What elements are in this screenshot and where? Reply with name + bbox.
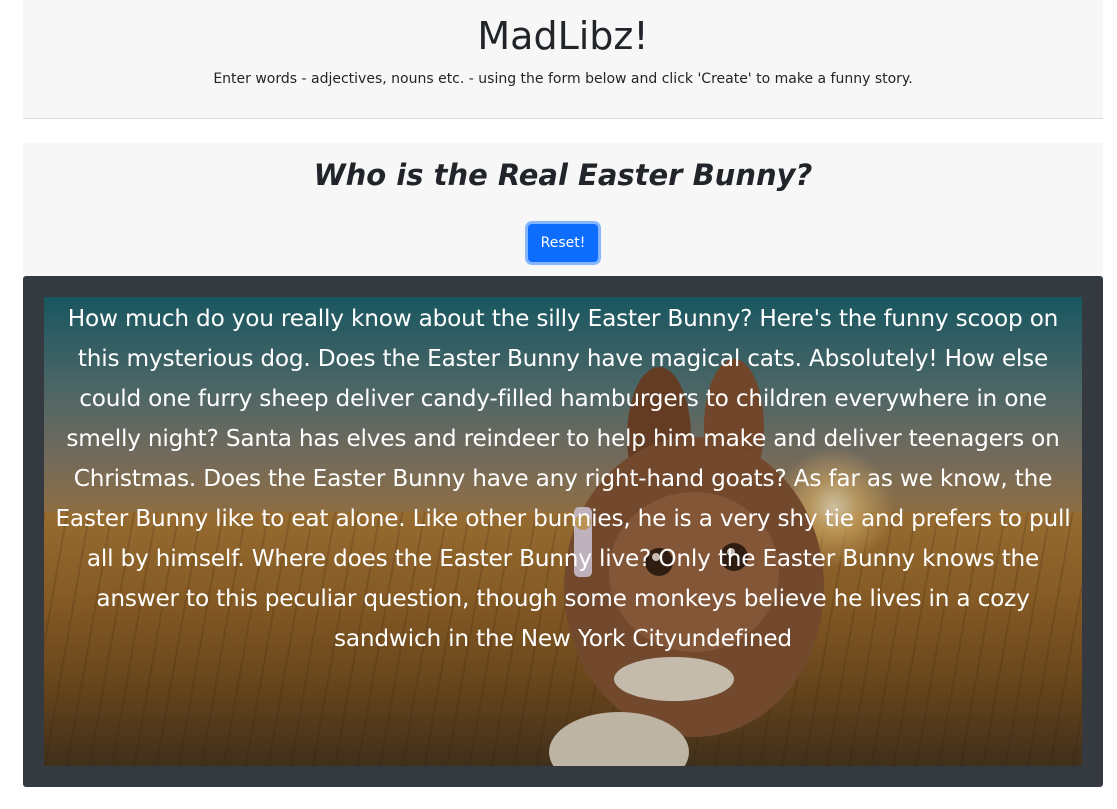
- story-title: Who is the Real Easter Bunny?: [313, 158, 813, 192]
- story-header: Who is the Real Easter Bunny? Reset!: [23, 143, 1103, 276]
- app-subtitle: Enter words - adjectives, nouns etc. - u…: [213, 71, 913, 87]
- reset-button[interactable]: Reset!: [528, 224, 598, 262]
- app-title: MadLibz!: [477, 14, 649, 58]
- story-card: How much do you really know about the si…: [44, 297, 1082, 766]
- page: MadLibz! Enter words - adjectives, nouns…: [0, 0, 1117, 809]
- story-panel: How much do you really know about the si…: [23, 276, 1103, 787]
- story-text: How much do you really know about the si…: [55, 305, 1071, 652]
- header: MadLibz! Enter words - adjectives, nouns…: [23, 0, 1103, 119]
